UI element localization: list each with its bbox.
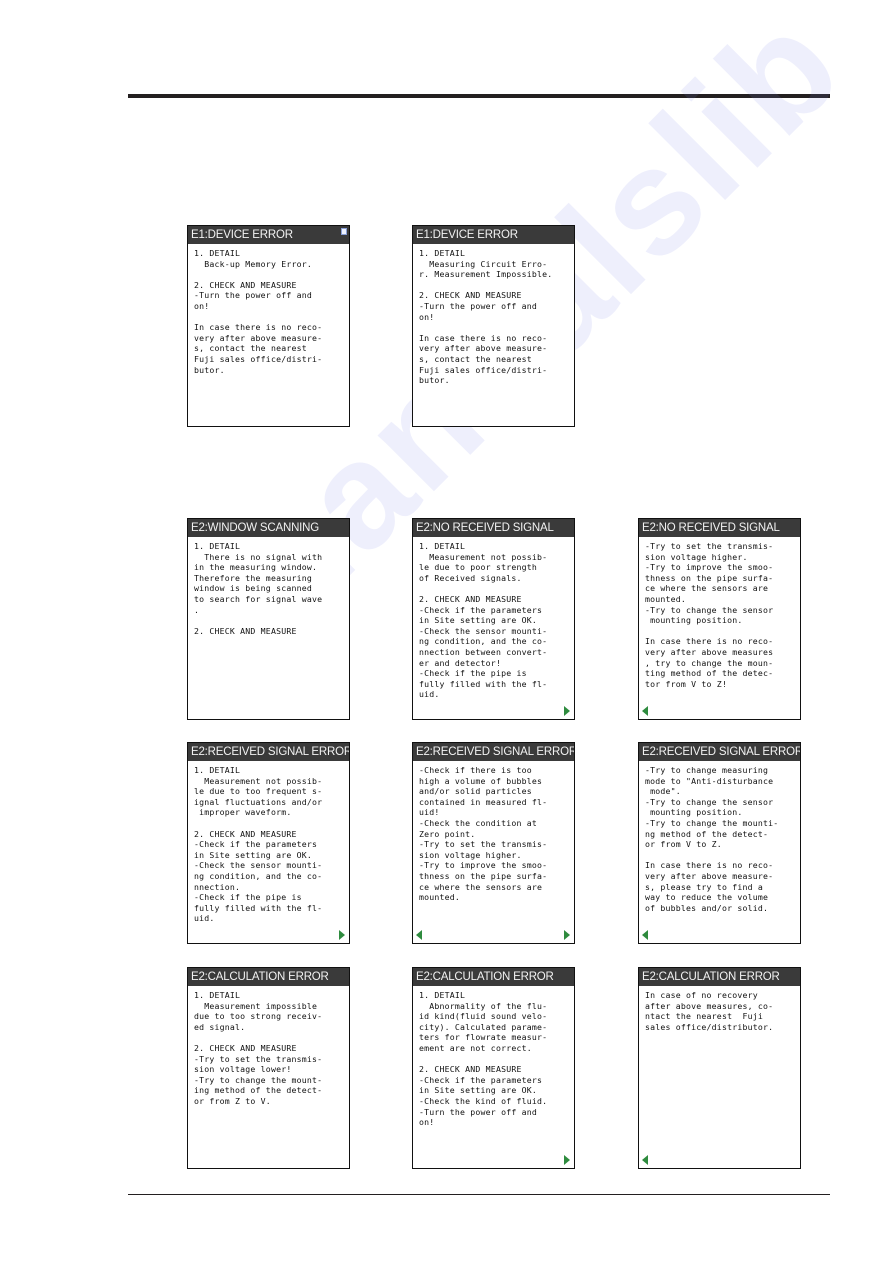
prev-page-arrow-icon[interactable] xyxy=(642,1155,648,1165)
screen-e2-received-signal-error-2: E2:RECEIVED SIGNAL ERROR -Check if there… xyxy=(412,742,575,944)
screen-title: E2:RECEIVED SIGNAL ERROR xyxy=(639,743,800,761)
next-page-arrow-icon[interactable] xyxy=(564,930,570,940)
screen-title: E2:NO RECEIVED SIGNAL xyxy=(413,519,574,537)
screen-e2-received-signal-error-3: E2:RECEIVED SIGNAL ERROR -Try to change … xyxy=(638,742,801,944)
screen-e2-calculation-error-fluid-1: E2:CALCULATION ERROR 1. DETAIL Abnormali… xyxy=(412,967,575,1169)
prev-page-arrow-icon[interactable] xyxy=(416,930,422,940)
memory-card-icon xyxy=(341,228,347,235)
screen-e2-calculation-error-fluid-2: E2:CALCULATION ERROR In case of no recov… xyxy=(638,967,801,1169)
next-page-arrow-icon[interactable] xyxy=(564,1155,570,1165)
screen-body: 1. DETAIL Measurement not possib- le due… xyxy=(419,541,548,700)
screen-e1-backup-memory: E1:DEVICE ERROR 1. DETAIL Back-up Memory… xyxy=(187,225,350,427)
screen-body: 1. DETAIL Measuring Circuit Erro- r. Mea… xyxy=(419,248,553,386)
screen-title: E1:DEVICE ERROR xyxy=(188,226,349,244)
screen-e2-no-received-signal-2: E2:NO RECEIVED SIGNAL -Try to set the tr… xyxy=(638,518,801,720)
screen-title: E2:CALCULATION ERROR xyxy=(413,968,574,986)
screen-title: E2:CALCULATION ERROR xyxy=(188,968,349,986)
screen-title: E2:RECEIVED SIGNAL ERROR xyxy=(188,743,349,761)
screen-e2-window-scanning: E2:WINDOW SCANNING 1. DETAIL There is no… xyxy=(187,518,350,720)
screen-body: -Try to set the transmis- sion voltage h… xyxy=(645,541,774,689)
screen-title: E1:DEVICE ERROR xyxy=(413,226,574,244)
prev-page-arrow-icon[interactable] xyxy=(642,930,648,940)
screen-body: In case of no recovery after above measu… xyxy=(645,990,774,1032)
screen-e2-received-signal-error-1: E2:RECEIVED SIGNAL ERROR 1. DETAIL Measu… xyxy=(187,742,350,944)
next-page-arrow-icon[interactable] xyxy=(564,706,570,716)
screen-body: 1. DETAIL Back-up Memory Error. 2. CHECK… xyxy=(194,248,323,375)
screen-body: 1. DETAIL Abnormality of the flu- id kin… xyxy=(419,990,548,1128)
screen-title: E2:RECEIVED SIGNAL ERROR xyxy=(413,743,574,761)
screen-body: 1. DETAIL Measurement not possib- le due… xyxy=(194,765,323,924)
screen-body: -Try to change measuring mode to "Anti-d… xyxy=(645,765,779,913)
header-rule xyxy=(128,94,830,98)
screen-e1-measuring-circuit: E1:DEVICE ERROR 1. DETAIL Measuring Circ… xyxy=(412,225,575,427)
prev-page-arrow-icon[interactable] xyxy=(642,706,648,716)
screen-e2-no-received-signal-1: E2:NO RECEIVED SIGNAL 1. DETAIL Measurem… xyxy=(412,518,575,720)
screen-title: E2:NO RECEIVED SIGNAL xyxy=(639,519,800,537)
screen-title: E2:CALCULATION ERROR xyxy=(639,968,800,986)
next-page-arrow-icon[interactable] xyxy=(339,930,345,940)
screen-e2-calculation-error-strong-signal: E2:CALCULATION ERROR 1. DETAIL Measureme… xyxy=(187,967,350,1169)
screen-body: 1. DETAIL Measurement impossible due to … xyxy=(194,990,323,1106)
screen-body: 1. DETAIL There is no signal with in the… xyxy=(194,541,323,636)
screen-title: E2:WINDOW SCANNING xyxy=(188,519,349,537)
screen-body: -Check if there is too high a volume of … xyxy=(419,765,548,903)
footer-rule xyxy=(128,1194,830,1195)
